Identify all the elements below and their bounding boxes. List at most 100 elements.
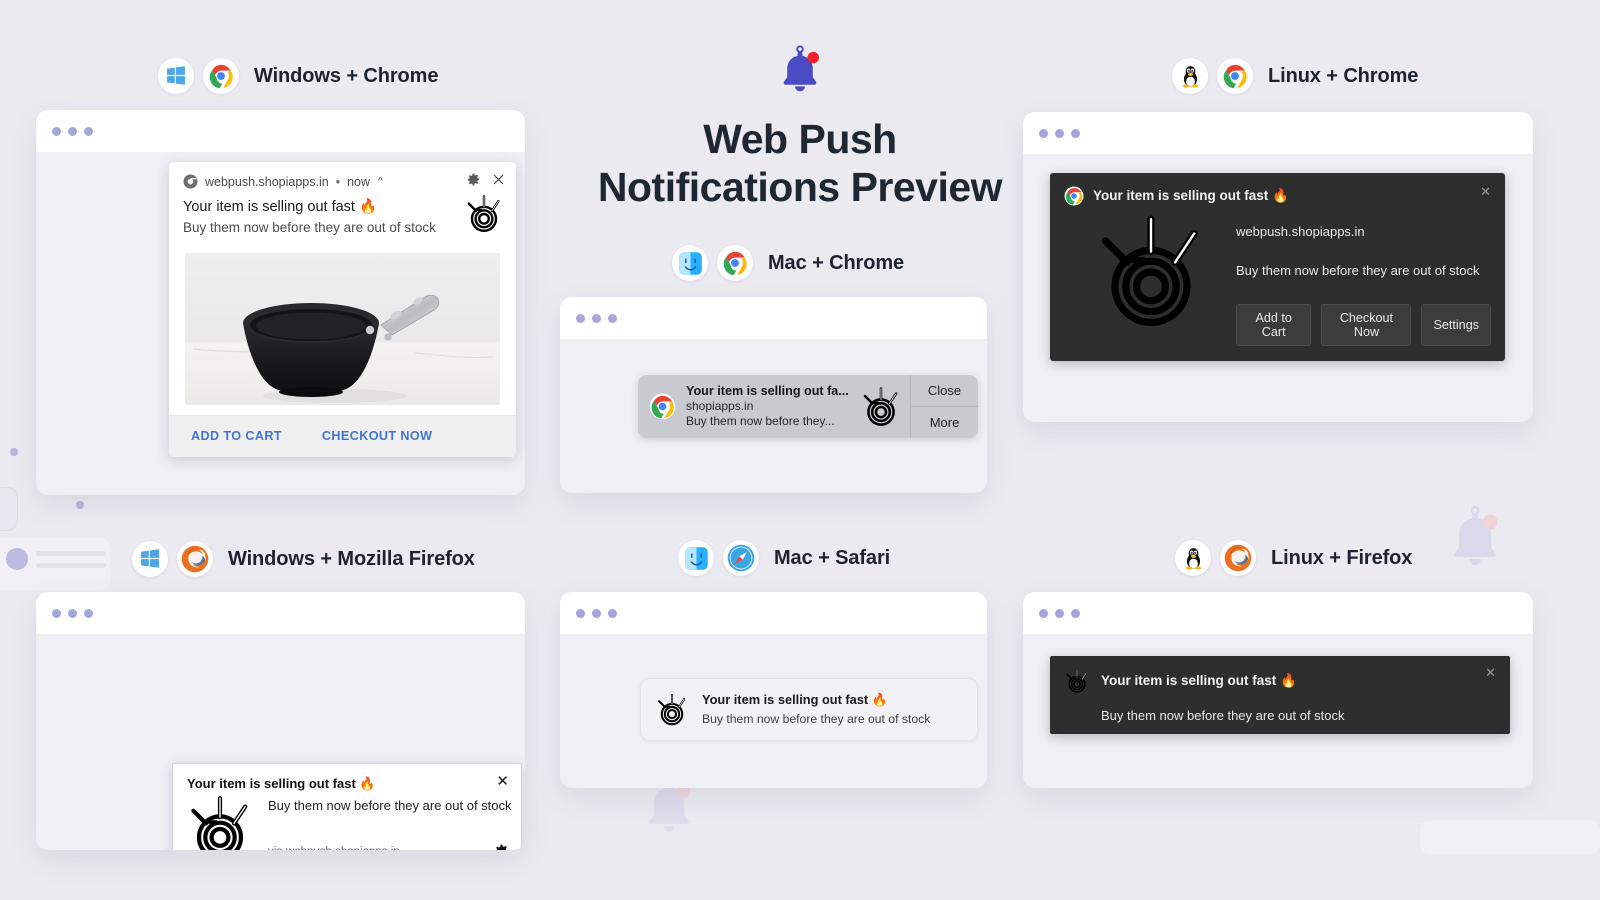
firefox-logo-icon <box>1220 540 1256 576</box>
window-content: Your item is selling out fast 🔥 ✕ Buy th… <box>36 634 525 850</box>
notification-body: Buy them now before they are out of stoc… <box>702 711 931 726</box>
gear-icon[interactable] <box>467 173 480 191</box>
window-dot[interactable] <box>608 608 617 618</box>
notification-title: Your item is selling out fast 🔥 <box>1093 188 1289 203</box>
window-dot[interactable] <box>68 126 77 136</box>
notification-header: Your item is selling out fast 🔥 ✕ <box>1064 184 1491 206</box>
window-dot[interactable] <box>592 313 601 323</box>
window-dot[interactable] <box>576 608 585 618</box>
windows-logo-icon <box>158 58 194 94</box>
notification-source: webpush.shopiapps.in <box>1236 224 1365 239</box>
decorative-ghost-line <box>36 563 106 568</box>
window-dot[interactable] <box>1071 608 1080 618</box>
section-header-mac-safari: Mac + Safari <box>678 540 890 576</box>
section-label: Linux + Firefox <box>1271 546 1413 569</box>
section-label: Mac + Chrome <box>768 251 905 274</box>
linux-tux-icon <box>1172 58 1208 94</box>
notification-title: Your item is selling out fast 🔥 <box>1101 673 1297 688</box>
section-header-windows-chrome: Windows + Chrome <box>158 58 438 94</box>
notification-actions: ADD TO CART CHECKOUT NOW <box>169 414 516 457</box>
notification-body: Buy them now before they... <box>686 414 835 428</box>
notification-header: Your item is selling out fast 🔥 ✕ <box>1064 665 1496 694</box>
window-titlebar <box>1023 112 1533 154</box>
brand-logo-icon <box>655 693 689 727</box>
notification-windows-chrome[interactable]: webpush.shopiapps.in • now ^ Your item i… <box>169 162 516 457</box>
notification-title: Your item is selling out fast 🔥 <box>187 776 376 791</box>
notification-mac-safari[interactable]: Your item is selling out fast 🔥 Buy them… <box>640 678 978 741</box>
notification-details: webpush.shopiapps.in Buy them now before… <box>1214 212 1491 346</box>
add-to-cart-button[interactable]: ADD TO CART <box>191 429 282 443</box>
notification-body: Buy them now before they are out of stoc… <box>1101 708 1345 723</box>
notification-text: Your item is selling out fast 🔥 Buy them… <box>702 692 930 727</box>
decorative-ghost-line <box>36 551 106 556</box>
linux-tux-icon <box>1175 540 1211 576</box>
notification-title: Your item is selling out fast 🔥 <box>183 199 378 215</box>
window-content: Your item is selling out fast 🔥 ✕ Buy th… <box>1023 634 1533 788</box>
decorative-bell-icon <box>1440 505 1510 582</box>
window-dot[interactable] <box>608 313 617 323</box>
window-dot[interactable] <box>84 126 93 136</box>
window-dot[interactable] <box>1039 128 1048 138</box>
notification-mac-chrome[interactable]: Your item is selling out fa... shopiapps… <box>638 375 978 438</box>
decorative-ghost-card <box>0 538 110 590</box>
window-dot[interactable] <box>576 313 585 323</box>
notification-header-actions <box>467 173 505 191</box>
more-button[interactable]: More <box>911 406 978 438</box>
decorative-ghost-avatar <box>6 548 28 570</box>
windows-logo-icon <box>132 541 168 577</box>
add-to-cart-button[interactable]: Add to Cart <box>1236 304 1312 346</box>
browser-window-windows-firefox: Your item is selling out fast 🔥 ✕ Buy th… <box>36 592 525 850</box>
notification-source: shopiapps.in <box>686 399 754 413</box>
window-dot[interactable] <box>68 608 77 618</box>
window-dot[interactable] <box>84 608 93 618</box>
window-dot[interactable] <box>52 608 61 618</box>
window-titlebar <box>560 592 987 634</box>
settings-button[interactable]: Settings <box>1421 304 1491 346</box>
section-header-windows-firefox: Windows + Mozilla Firefox <box>132 541 475 577</box>
window-content: Your item is selling out fast 🔥 ✕ webpus… <box>1023 154 1533 422</box>
window-dot[interactable] <box>1055 128 1064 138</box>
gear-icon[interactable] <box>494 844 509 850</box>
finder-logo-icon <box>672 245 708 281</box>
close-button[interactable]: Close <box>911 375 978 406</box>
window-dot[interactable] <box>1039 608 1048 618</box>
finder-logo-icon <box>678 540 714 576</box>
notification-time: now <box>347 174 371 189</box>
firefox-logo-icon <box>177 541 213 577</box>
decorative-ghost-card <box>1420 820 1600 854</box>
close-icon[interactable] <box>492 173 505 191</box>
window-content: webpush.shopiapps.in • now ^ Your item i… <box>36 152 525 495</box>
window-dot[interactable] <box>592 608 601 618</box>
brand-logo-icon <box>1064 668 1090 694</box>
notification-body: Buy them now before they are out of stoc… <box>268 798 512 813</box>
checkout-now-button[interactable]: Checkout Now <box>1321 304 1412 346</box>
notification-actions: Close More <box>910 375 978 438</box>
section-label: Windows + Mozilla Firefox <box>228 547 475 570</box>
window-content: Your item is selling out fast 🔥 Buy them… <box>560 634 987 788</box>
notification-separator: • <box>335 174 341 189</box>
brand-logo-icon <box>860 386 902 428</box>
browser-window-mac-chrome: Your item is selling out fa... shopiapps… <box>560 297 987 493</box>
notification-body: Buy them now before they are out of stoc… <box>1236 263 1480 278</box>
window-titlebar <box>1023 592 1533 634</box>
chrome-logo-icon <box>717 245 753 281</box>
window-content: Your item is selling out fa... shopiapps… <box>560 339 987 493</box>
brand-logo-icon <box>183 794 257 850</box>
notification-main: Your item is selling out fa... shopiapps… <box>638 375 910 438</box>
close-icon[interactable]: ✕ <box>496 774 509 789</box>
checkout-now-button[interactable]: CHECKOUT NOW <box>322 429 432 443</box>
notification-windows-firefox[interactable]: Your item is selling out fast 🔥 ✕ Buy th… <box>172 763 522 850</box>
section-label: Windows + Chrome <box>254 64 439 87</box>
window-dot[interactable] <box>52 126 61 136</box>
browser-window-linux-firefox: Your item is selling out fast 🔥 ✕ Buy th… <box>1023 592 1533 788</box>
chevron-up-icon[interactable]: ^ <box>378 176 383 187</box>
section-label: Mac + Safari <box>774 546 891 569</box>
chrome-logo-icon <box>203 58 239 94</box>
close-icon[interactable]: ✕ <box>1485 665 1496 681</box>
notification-linux-chrome[interactable]: Your item is selling out fast 🔥 ✕ webpus… <box>1050 173 1505 361</box>
notification-linux-firefox[interactable]: Your item is selling out fast 🔥 ✕ Buy th… <box>1050 656 1510 734</box>
window-dot[interactable] <box>1055 608 1064 618</box>
close-icon[interactable]: ✕ <box>1480 184 1491 200</box>
window-dot[interactable] <box>1071 128 1080 138</box>
chrome-logo-icon <box>1217 58 1253 94</box>
